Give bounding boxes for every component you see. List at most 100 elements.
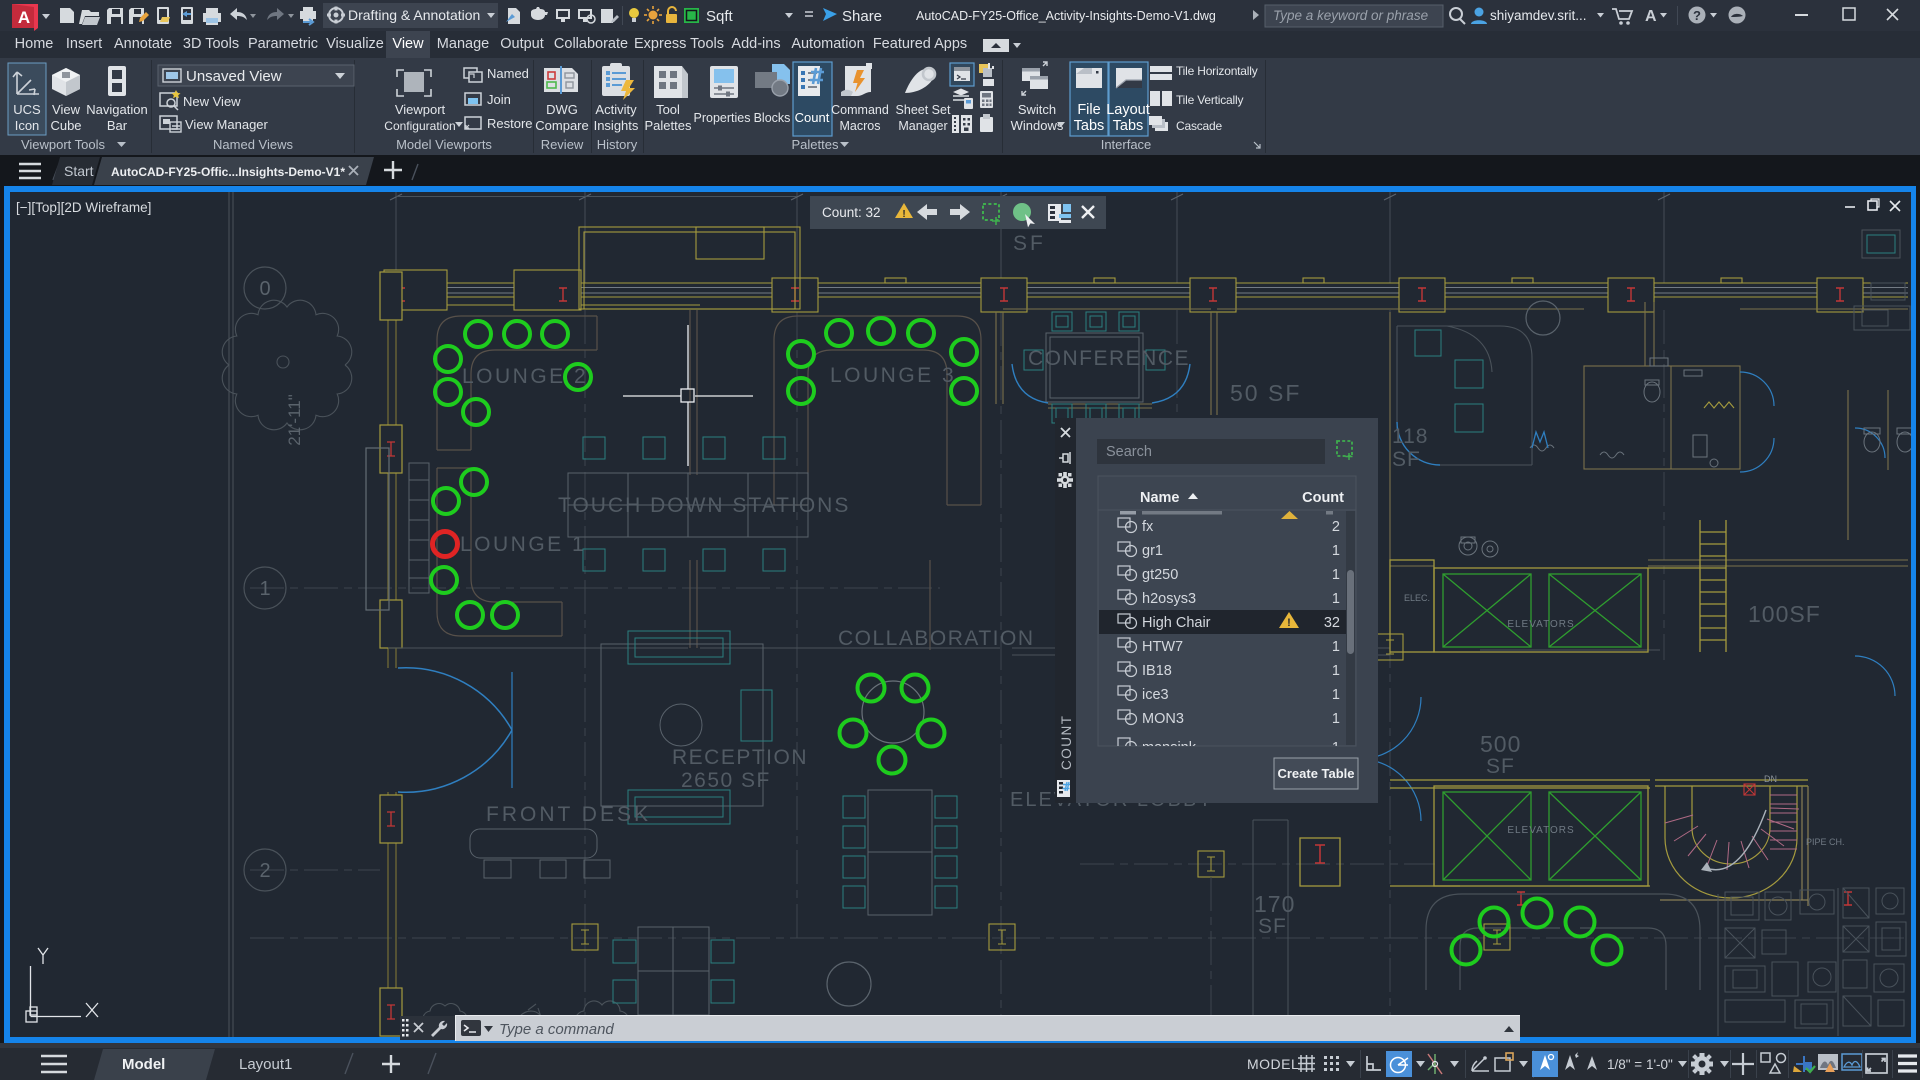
svg-text:Count: Count [795,110,830,125]
svg-text:Palettes: Palettes [645,118,692,133]
svg-text:1: 1 [1332,711,1340,727]
svg-text:SF: SF [1486,755,1515,778]
svg-text:SF: SF [1258,915,1287,938]
svg-text:0: 0 [259,278,270,300]
svg-text:A: A [1645,8,1657,25]
svg-text:Tabs: Tabs [1074,118,1105,134]
svg-text:View Manager: View Manager [185,117,269,132]
svg-text:LOUNGE 1: LOUNGE 1 [460,533,586,556]
svg-text:Layout: Layout [1106,102,1150,118]
svg-text:Blocks: Blocks [754,111,791,125]
svg-text:Search: Search [1106,444,1152,460]
svg-text:Tool: Tool [656,102,680,117]
svg-text:TOUCH DOWN STATIONS: TOUCH DOWN STATIONS [558,494,850,517]
svg-text:fx: fx [1142,519,1154,535]
svg-text:Tile Horizontally: Tile Horizontally [1176,64,1258,78]
svg-text:High Chair: High Chair [1142,615,1211,631]
svg-text:170: 170 [1254,891,1295,917]
svg-text:PIPE CH.: PIPE CH. [1806,837,1845,847]
svg-text:gt250: gt250 [1142,567,1178,583]
svg-text:Macros: Macros [840,119,881,133]
svg-text:COUNT: COUNT [1059,715,1074,771]
svg-text:Activity: Activity [595,102,637,117]
svg-text:Insights: Insights [594,118,639,133]
svg-text:MODEL: MODEL [1247,1056,1299,1072]
svg-text:1/8" = 1'-0": 1/8" = 1'-0" [1607,1057,1673,1072]
svg-text:1: 1 [1332,663,1340,679]
svg-text:1: 1 [1332,591,1340,607]
svg-text:Join: Join [487,92,511,107]
svg-text:Navigation: Navigation [86,102,147,117]
svg-text:gr1: gr1 [1142,543,1163,559]
svg-text:CONFERENCE: CONFERENCE [1028,347,1190,370]
svg-text:118: 118 [1392,425,1428,448]
svg-text:ELEC.: ELEC. [1404,593,1430,603]
svg-text:Model: Model [122,1056,165,1073]
svg-text:View: View [52,102,81,117]
svg-text:Tabs: Tabs [1113,118,1144,134]
svg-text:Count: Count [1302,490,1344,506]
svg-text:DN: DN [1764,774,1777,784]
svg-text:Command: Command [831,103,889,117]
svg-text:Palettes: Palettes [792,137,839,152]
svg-text:Layout1: Layout1 [239,1056,292,1073]
svg-text:Compare: Compare [535,118,588,133]
svg-text:MON3: MON3 [1142,711,1184,727]
svg-text:h2osys3: h2osys3 [1142,591,1196,607]
svg-text:Interface: Interface [1101,137,1152,152]
svg-text:Switch: Switch [1018,102,1056,117]
svg-text:Properties: Properties [694,111,751,125]
svg-text:Drafting & Annotation: Drafting & Annotation [348,7,480,23]
svg-text:Manager: Manager [898,119,947,133]
svg-text:A: A [18,8,30,27]
svg-text:UCS: UCS [13,102,41,117]
svg-text:Type a command: Type a command [499,1021,614,1038]
svg-text:File: File [1077,102,1100,118]
svg-text:Windows: Windows [1011,118,1064,133]
svg-text:ELEVATORS: ELEVATORS [1507,825,1574,836]
svg-text:[−][Top][2D Wireframe]: [−][Top][2D Wireframe] [16,200,151,215]
svg-text:Start: Start [64,163,94,179]
svg-text:Cascade: Cascade [1176,119,1222,133]
svg-text:AutoCAD-FY25-Office_Activity-I: AutoCAD-FY25-Office_Activity-Insights-De… [916,9,1216,23]
svg-text:100SF: 100SF [1748,601,1821,627]
svg-text:History: History [597,137,638,152]
svg-text:ice3: ice3 [1142,687,1169,703]
svg-text:Named Views: Named Views [213,137,293,152]
svg-text:Named: Named [487,66,529,81]
svg-text:!: ! [902,209,905,220]
svg-text:50 SF: 50 SF [1230,380,1301,406]
svg-text:Configuration: Configuration [384,119,455,133]
svg-text:1: 1 [1332,639,1340,655]
svg-text:New View: New View [183,94,241,109]
svg-text:Icon: Icon [15,118,40,133]
svg-text:1: 1 [1332,567,1340,583]
svg-text:COLLABORATION: COLLABORATION [838,627,1034,650]
svg-text:1: 1 [1332,543,1340,559]
svg-text:Viewport: Viewport [395,102,446,117]
svg-text:FRONT DESK: FRONT DESK [486,803,651,826]
svg-text:LOUNGE 3: LOUNGE 3 [830,364,956,387]
svg-text:500: 500 [1480,731,1521,757]
svg-text:AutoCAD-FY25-Offic...Insights-: AutoCAD-FY25-Offic...Insights-Demo-V1* [111,165,345,179]
svg-text:Review: Review [541,137,584,152]
svg-text:shiyamdev.srit...: shiyamdev.srit... [1490,8,1587,23]
svg-text:Create Table: Create Table [1277,766,1354,781]
svg-text:Restore: Restore [487,116,533,131]
svg-text:DWG: DWG [546,102,578,117]
svg-text:2: 2 [259,860,270,882]
svg-text:1: 1 [1332,687,1340,703]
svg-text:Bar: Bar [107,118,128,133]
svg-text:Name: Name [1140,490,1180,506]
svg-text:1: 1 [259,578,270,600]
svg-text:!: ! [1287,617,1291,629]
svg-text:Sheet Set: Sheet Set [896,103,951,117]
svg-text:Model Viewports: Model Viewports [396,137,492,152]
svg-text:21'-11": 21'-11" [285,394,304,446]
svg-text:SF: SF [1013,232,1046,255]
svg-text:Tile Vertically: Tile Vertically [1176,93,1243,107]
svg-text:HTW7: HTW7 [1142,639,1183,655]
svg-text:Type a keyword or phrase: Type a keyword or phrase [1273,8,1428,23]
svg-text:Unsaved View: Unsaved View [186,68,282,85]
svg-text:32: 32 [1324,615,1340,631]
